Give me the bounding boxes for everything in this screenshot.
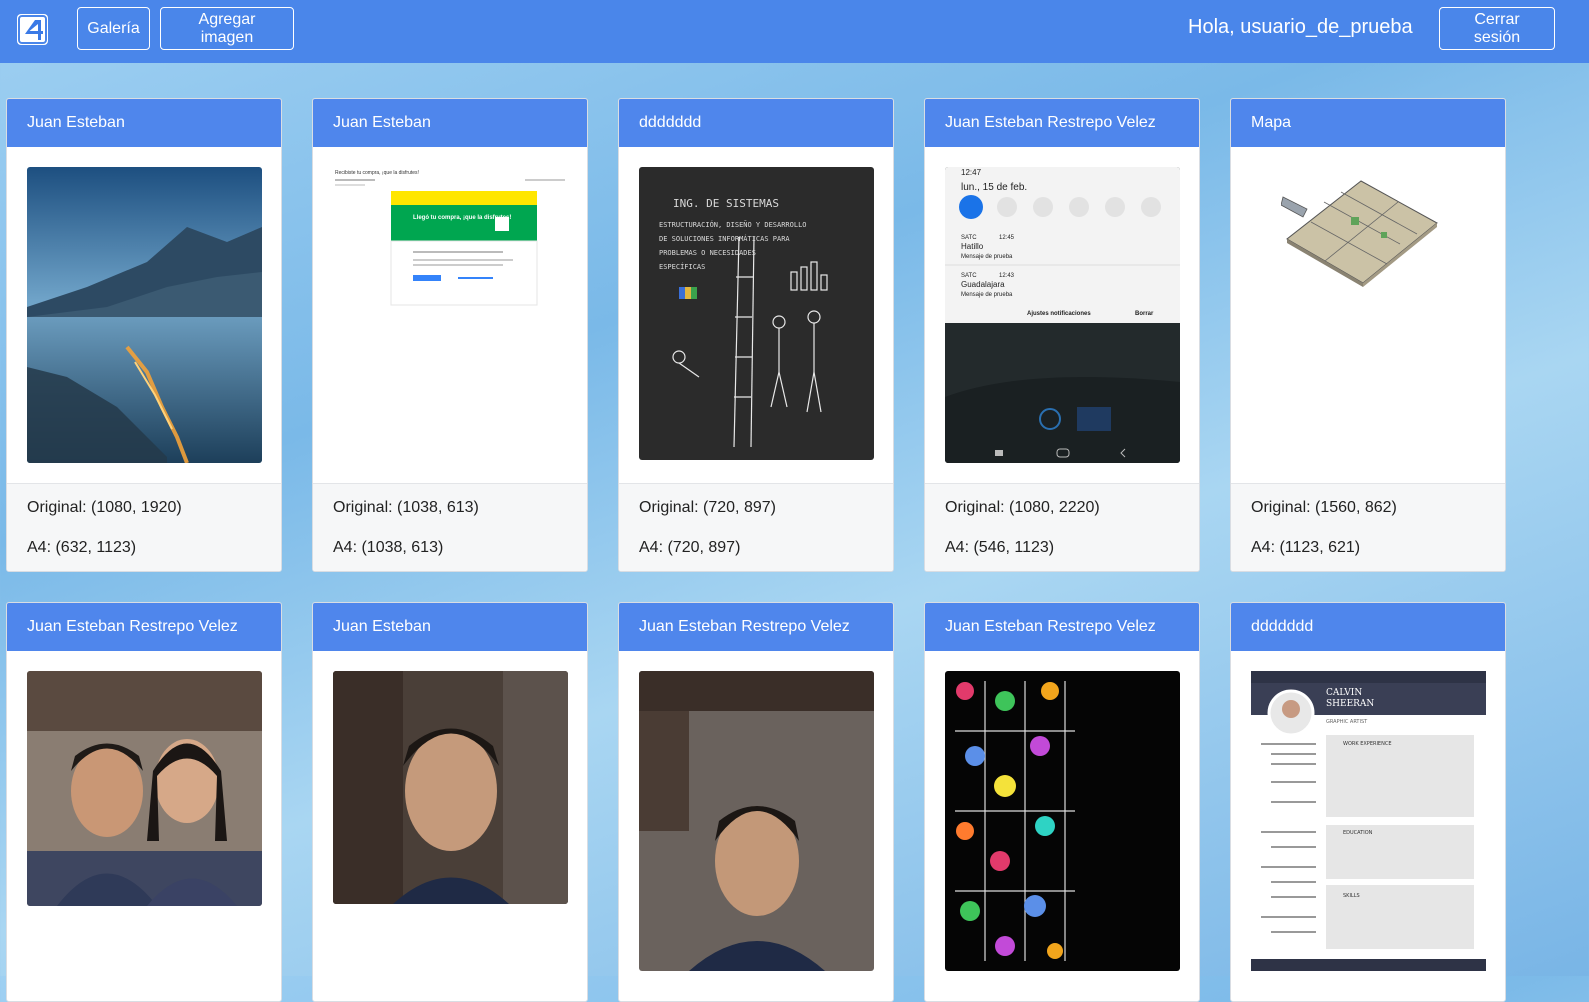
card-title: Juan Esteban Restrepo Velez [925, 603, 1199, 651]
isometric-map-image[interactable] [1281, 177, 1441, 287]
original-size: Original: (1560, 862) [1251, 499, 1397, 516]
card-title: ddddddd [1231, 603, 1505, 651]
card-footer: Original: (1080, 1920) A4: (632, 1123) [7, 483, 281, 571]
phone-screenshot-image[interactable]: 12:47 lun., 15 de feb. SATC 12:45 Hatill… [945, 167, 1180, 463]
chalk-line-5: ESPECÍFICAS [659, 262, 705, 271]
card-title: Juan Esteban [313, 99, 587, 147]
card-title: Juan Esteban Restrepo Velez [7, 603, 281, 651]
lake-landscape-image[interactable] [27, 167, 262, 463]
original-size: Original: (1038, 613) [333, 499, 479, 516]
original-size: Original: (1080, 2220) [945, 499, 1100, 516]
image-card[interactable]: Juan Esteban Restrepo Velez [618, 602, 894, 1002]
receipt-title-text: Recibiste tu compra, ¡que la disfrutes! [335, 170, 419, 176]
a4-size: A4: (632, 1123) [27, 539, 137, 556]
card-title: ddddddd [619, 99, 893, 147]
card-title: Juan Esteban Restrepo Velez [925, 99, 1199, 147]
add-image-button[interactable]: Agregar imagen [160, 7, 294, 50]
card-body: 12:47 lun., 15 de feb. SATC 12:45 Hatill… [925, 147, 1199, 483]
original-size: Original: (720, 897) [639, 499, 776, 516]
notif1-msg: Mensaje de prueba [961, 254, 1013, 260]
card-footer: Original: (720, 897) A4: (720, 897) [619, 483, 893, 571]
card-body [1231, 147, 1505, 483]
a4-size: A4: (546, 1123) [945, 539, 1055, 556]
a4-size: A4: (1038, 613) [333, 539, 444, 556]
resume-role: GRAPHIC ARTIST [1326, 719, 1368, 725]
resume-name-1: CALVIN [1326, 688, 1362, 698]
notif2-time: 12:43 [999, 273, 1015, 279]
notif1-time: 12:45 [999, 235, 1015, 241]
notif1-app: SATC [961, 235, 977, 241]
card-body [7, 651, 281, 987]
notif-clear: Borrar [1135, 311, 1154, 317]
image-card[interactable]: Juan Esteban Restrepo Velez [924, 602, 1200, 1002]
card-footer: Original: (1038, 613) A4: (1038, 613) [313, 483, 587, 571]
logo-four-icon [18, 15, 47, 44]
logout-button[interactable]: Cerrar sesión [1439, 7, 1555, 50]
notif-settings: Ajustes notificaciones [1027, 311, 1091, 317]
image-card[interactable]: Juan Esteban Restrepo Velez [6, 602, 282, 1002]
image-card[interactable]: Juan Esteban [6, 98, 282, 572]
phone-time: 12:47 [961, 168, 982, 177]
resume-skills-heading: SKILLS [1343, 893, 1360, 899]
card-body [925, 651, 1199, 987]
a4-size: A4: (720, 897) [639, 539, 741, 556]
phone-date: lun., 15 de feb. [961, 182, 1027, 193]
card-title: Juan Esteban Restrepo Velez [619, 603, 893, 651]
chalk-line-4: PROBLEMAS O NECESIDADES [659, 249, 756, 257]
resume-edu-heading: EDUCATION [1343, 830, 1373, 836]
chalk-line-1: ING. DE SISTEMAS [673, 197, 779, 210]
notif2-app: SATC [961, 273, 977, 279]
chalk-line-2: ESTRUCTURACIÓN, DISEÑO Y DESARROLLO [659, 220, 807, 229]
app-logo[interactable] [17, 14, 48, 45]
card-body [7, 147, 281, 483]
image-card[interactable]: Juan Esteban Restrepo Velez 12:47 lun., … [924, 98, 1200, 572]
image-card[interactable]: Mapa Original: (1560, 862) A4: (1123, 62… [1230, 98, 1506, 572]
chalk-line-3: DE SOLUCIONES INFORMÁTICAS PARA [659, 234, 790, 243]
card-footer: Original: (1080, 2220) A4: (546, 1123) [925, 483, 1199, 571]
card-body: Recibiste tu compra, ¡que la disfrutes! … [313, 147, 587, 483]
chalkboard-image[interactable]: ING. DE SISTEMAS ESTRUCTURACIÓN, DISEÑO … [639, 167, 874, 460]
image-card[interactable]: ddddddd ING. DE SISTEMAS ESTRUCTURACIÓN,… [618, 98, 894, 572]
receipt-email-image[interactable]: Recibiste tu compra, ¡que la disfrutes! … [333, 167, 568, 306]
card-footer: Original: (1560, 862) A4: (1123, 621) [1231, 483, 1505, 571]
user-greeting: Hola, usuario_de_prueba [1188, 16, 1413, 38]
notif2-msg: Mensaje de prueba [961, 292, 1013, 298]
gallery-button[interactable]: Galería [77, 7, 150, 50]
resume-image[interactable]: CALVIN SHEERAN GRAPHIC ARTIST WORK EXPER… [1251, 671, 1486, 971]
man-portrait-image[interactable] [639, 671, 874, 971]
image-card[interactable]: Juan Esteban Recibiste tu compra, ¡que l… [312, 98, 588, 572]
man-portrait-image[interactable] [333, 671, 568, 904]
top-navbar: Galería Agregar imagen Hola, usuario_de_… [0, 0, 1589, 63]
image-card[interactable]: ddddddd CALVIN SHEERAN GRAPHIC ARTIST WO… [1230, 602, 1506, 1002]
card-title: Juan Esteban [313, 603, 587, 651]
a4-size: A4: (1123, 621) [1251, 539, 1361, 556]
card-body: ING. DE SISTEMAS ESTRUCTURACIÓN, DISEÑO … [619, 147, 893, 483]
notif1-title: Hatillo [961, 242, 984, 251]
card-title: Mapa [1231, 99, 1505, 147]
card-body [619, 651, 893, 987]
notif2-title: Guadalajara [961, 280, 1005, 289]
card-body [313, 651, 587, 987]
card-title: Juan Esteban [7, 99, 281, 147]
resume-exp-heading: WORK EXPERIENCE [1343, 741, 1391, 747]
icon-network-image[interactable] [945, 671, 1180, 971]
couple-photo-image[interactable] [27, 671, 262, 906]
card-body: CALVIN SHEERAN GRAPHIC ARTIST WORK EXPER… [1231, 651, 1505, 987]
image-card[interactable]: Juan Esteban [312, 602, 588, 1002]
original-size: Original: (1080, 1920) [27, 499, 182, 516]
resume-name-2: SHEERAN [1326, 699, 1374, 709]
